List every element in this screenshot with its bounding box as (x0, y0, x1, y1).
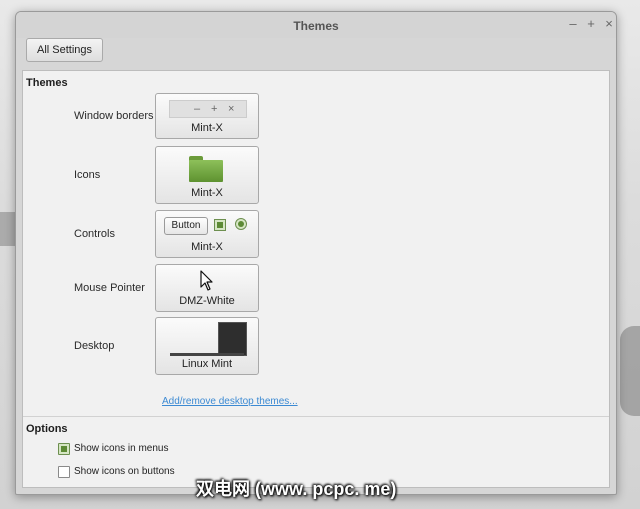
icons-theme-button[interactable]: Mint-X (155, 146, 259, 204)
preview-radio-icon (235, 218, 247, 230)
folder-icon (189, 156, 223, 182)
arrow-pointer-icon (200, 270, 213, 291)
show-icons-in-menus-checkbox[interactable] (58, 443, 70, 455)
title-bar: Themes – + × (16, 12, 616, 38)
desktop-label: Desktop (74, 340, 115, 352)
close-glyph: × (228, 103, 235, 115)
desktop-preview-icon (218, 322, 247, 356)
desktop-theme-button[interactable]: Linux Mint (155, 317, 259, 375)
toolbar: All Settings (16, 38, 616, 70)
settings-content: Themes Window borders – + × Mint-X Icons… (22, 70, 610, 488)
window-borders-label: Window borders (74, 110, 154, 122)
show-icons-on-buttons-label: Show icons on buttons (74, 466, 175, 477)
mouse-pointer-theme-button[interactable]: DMZ-White (155, 264, 259, 312)
controls-theme-name: Mint-X (191, 241, 223, 253)
themes-window: Themes – + × All Settings Themes Window … (15, 11, 617, 495)
controls-theme-button[interactable]: Button Mint-X (155, 210, 259, 258)
add-remove-desktop-themes-link[interactable]: Add/remove desktop themes... (162, 396, 298, 407)
mouse-pointer-theme-name: DMZ-White (179, 295, 235, 307)
close-button[interactable]: × (601, 16, 616, 32)
icons-theme-name: Mint-X (191, 187, 223, 199)
maximize-button[interactable]: + (583, 16, 599, 32)
window-borders-theme-button[interactable]: – + × Mint-X (155, 93, 259, 139)
preview-checkbox-icon (214, 219, 226, 231)
background-decoration (620, 326, 640, 416)
show-icons-in-menus-label: Show icons in menus (74, 443, 169, 454)
show-icons-on-buttons-checkbox[interactable] (58, 466, 70, 478)
minimize-glyph: – (194, 103, 201, 115)
desktop-panel-preview (170, 353, 244, 356)
themes-section-title: Themes (26, 77, 68, 89)
icons-label: Icons (74, 169, 101, 181)
options-section-title: Options (26, 423, 68, 435)
window-borders-theme-name: Mint-X (191, 122, 223, 134)
maximize-glyph: + (211, 103, 218, 115)
preview-button: Button (164, 217, 208, 235)
section-divider (23, 416, 609, 417)
watermark-text: 双电网 (www. pcpc. me) (196, 479, 397, 499)
desktop-theme-name: Linux Mint (181, 358, 233, 370)
mouse-pointer-label: Mouse Pointer (74, 282, 145, 294)
all-settings-button[interactable]: All Settings (26, 38, 103, 62)
controls-label: Controls (74, 228, 115, 240)
minimize-button[interactable]: – (565, 16, 581, 32)
window-title: Themes (293, 19, 339, 33)
window-controls-icon: – + × (169, 100, 247, 118)
